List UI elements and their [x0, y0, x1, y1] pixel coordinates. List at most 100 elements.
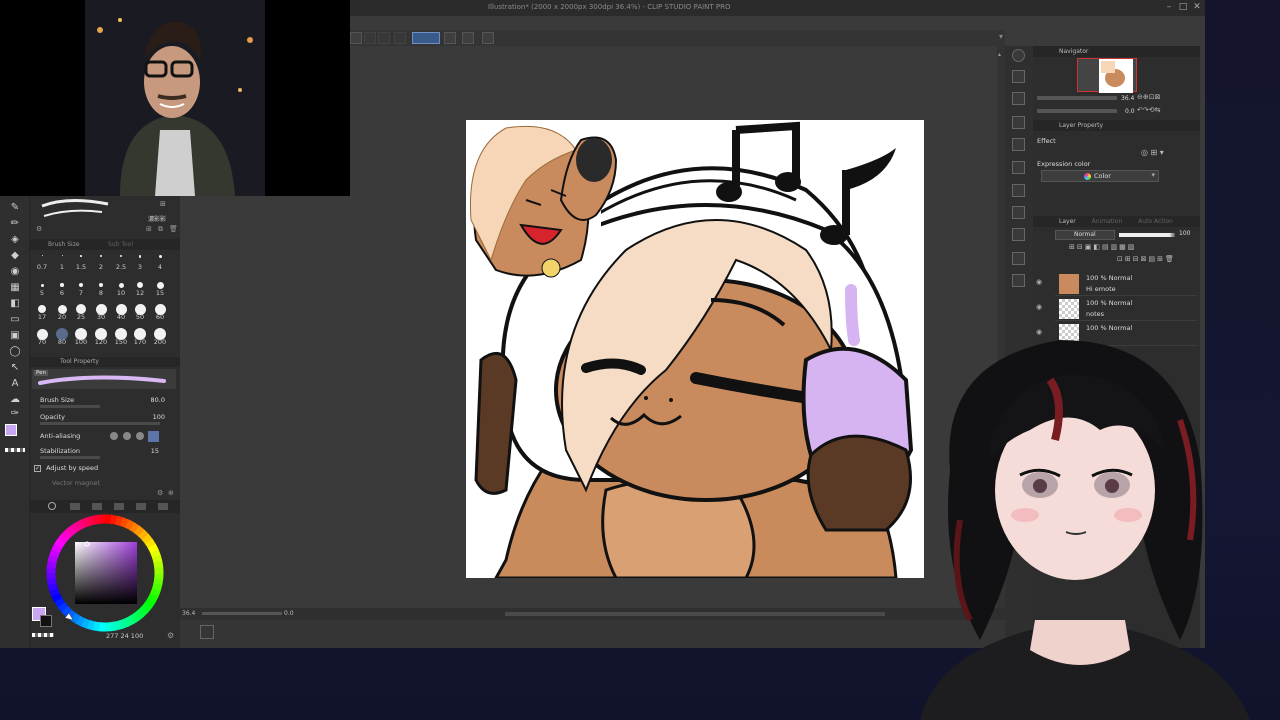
copy-icon[interactable]: ⧉ — [158, 225, 163, 234]
text-tool-icon[interactable]: A — [9, 378, 21, 390]
effect-icons[interactable]: ◎ ⊞ ▾ — [1141, 148, 1164, 157]
zoom-icon[interactable]: ⊕ — [168, 489, 174, 497]
brush-size-option[interactable]: 0.7 — [32, 252, 52, 274]
pen-tool-icon[interactable]: ✎ — [9, 202, 21, 214]
eyedropper-tool-icon[interactable]: ✑ — [9, 408, 21, 420]
settings-icon[interactable]: ⚙ — [36, 225, 42, 233]
trash-icon[interactable]: 🗑 — [169, 225, 178, 233]
color-set-tab-icon[interactable] — [92, 503, 102, 510]
command-icon[interactable] — [350, 32, 362, 44]
settings-icon[interactable] — [482, 32, 494, 44]
aa-none-option[interactable] — [110, 432, 118, 440]
navigator-preview[interactable] — [1077, 58, 1137, 93]
expression-color-select[interactable]: Color ▾ — [1041, 170, 1159, 182]
navigator-zoom-slider[interactable] — [1037, 96, 1117, 100]
brush-size-option[interactable]: 120 — [91, 325, 111, 347]
transparent-color-icon[interactable] — [32, 633, 54, 637]
search-icon[interactable] — [1012, 49, 1025, 62]
layer-row[interactable]: ◉ 100 % Normal notes — [1036, 297, 1197, 321]
close-button[interactable]: ✕ — [1192, 2, 1202, 12]
stabilization-value[interactable]: 15 — [151, 447, 159, 455]
status-zoom[interactable]: 36.4 — [182, 610, 195, 617]
layer-row[interactable]: ◉ 100 % Normal Hi emote — [1036, 272, 1197, 296]
color-wheel-tab-icon[interactable] — [48, 502, 56, 510]
brush-size-option[interactable]: 200 — [150, 325, 170, 347]
shape-tool-icon[interactable]: ▭ — [9, 314, 21, 326]
tab-layer[interactable]: Layer — [1059, 218, 1076, 225]
adjust-speed-checkbox[interactable]: ✓ — [34, 464, 41, 472]
file-icon[interactable] — [462, 32, 474, 44]
panel-menu-icon[interactable]: ⊞ — [160, 200, 166, 208]
brush-size-option[interactable]: 17 — [32, 300, 52, 322]
brush-size-option[interactable]: 1 — [52, 252, 72, 274]
layer-property-panel-icon[interactable] — [1012, 138, 1025, 151]
timeline-panel-icon[interactable] — [1012, 274, 1025, 287]
brush-size-option[interactable]: 1.5 — [71, 252, 91, 274]
status-rotation[interactable]: 0.0 — [284, 610, 294, 617]
brush-size-option[interactable]: 3 — [130, 252, 150, 274]
brush-tool-icon[interactable]: ◈ — [9, 234, 21, 246]
canvas-menu-icon[interactable] — [200, 625, 214, 639]
navigator-zoom-value[interactable]: 36.4 — [1121, 95, 1134, 102]
color-slider-tab-icon[interactable] — [70, 503, 80, 510]
auto-action-panel-icon[interactable] — [1012, 252, 1025, 265]
transparent-color-icon[interactable] — [5, 448, 25, 452]
brush-size-option[interactable]: 70 — [32, 325, 52, 347]
brush-size-slider[interactable] — [40, 405, 100, 408]
brush-size-option[interactable]: 170 — [130, 325, 150, 347]
horizontal-scrollbar[interactable] — [505, 612, 885, 616]
minimize-button[interactable]: – — [1164, 2, 1174, 12]
blend-tool-icon[interactable]: ◉ — [9, 266, 21, 278]
brush-size-option[interactable]: 25 — [71, 300, 91, 322]
adjust-by-speed-row[interactable]: ✓ Adjust by speed — [34, 464, 169, 476]
history-panel-icon[interactable] — [1012, 206, 1025, 219]
aa-weak-option[interactable] — [123, 432, 131, 440]
color-wheel[interactable] — [40, 514, 170, 636]
brush-size-option[interactable]: 10 — [111, 276, 131, 298]
maximize-button[interactable]: □ — [1178, 2, 1188, 12]
vector-magnet-row[interactable]: Vector magnet — [52, 479, 187, 491]
stabilization-slider[interactable] — [40, 456, 100, 459]
navigator-rotation-slider[interactable] — [1037, 109, 1117, 113]
fill-tool-icon[interactable]: ▦ — [9, 282, 21, 294]
tab-sub-tool[interactable]: Sub Tool — [108, 239, 133, 250]
opacity-value[interactable]: 100 — [153, 413, 165, 421]
stabilization-row[interactable]: Stabilization 15 — [40, 447, 175, 459]
antialiasing-row[interactable]: Anti-aliasing — [40, 431, 175, 444]
ellipse-tool-icon[interactable]: ◯ — [9, 346, 21, 358]
command-icon[interactable] — [378, 32, 390, 44]
wrench-icon[interactable]: ⚙ — [157, 489, 163, 497]
zoom-controls-icon[interactable]: ⊖⊕⊡⊠ — [1137, 93, 1160, 101]
balloon-tool-icon[interactable]: ☁ — [9, 394, 21, 406]
intermediate-color-tab-icon[interactable] — [114, 503, 124, 510]
brush-size-option[interactable]: 80 — [52, 325, 72, 347]
eye-icon[interactable]: ◉ — [1036, 278, 1042, 286]
brush-size-row[interactable]: Brush Size 80.0 — [40, 396, 175, 408]
eraser-tool-icon[interactable]: ◆ — [9, 250, 21, 262]
aa-medium-option[interactable] — [136, 432, 144, 440]
color-history-tab-icon[interactable] — [158, 503, 168, 510]
sub-view-panel-icon[interactable] — [1012, 92, 1025, 105]
brush-size-option[interactable]: 20 — [52, 300, 72, 322]
layer-opacity-value[interactable]: 100 — [1179, 230, 1190, 237]
brush-size-option[interactable]: 60 — [150, 300, 170, 322]
brush-size-option[interactable]: 12 — [130, 276, 150, 298]
info-panel-icon[interactable] — [1012, 116, 1025, 129]
brush-size-option[interactable]: 4 — [150, 252, 170, 274]
color-settings-icon[interactable]: ⚙ — [167, 631, 174, 640]
tab-brush-size[interactable]: Brush Size — [48, 239, 80, 250]
eye-icon[interactable]: ◉ — [1036, 303, 1042, 311]
brush-size-value[interactable]: 80.0 — [151, 396, 165, 404]
brush-size-option[interactable]: 6 — [52, 276, 72, 298]
main-color-swatch[interactable] — [5, 424, 17, 436]
brush-size-option[interactable]: 50 — [130, 300, 150, 322]
pen-icon[interactable] — [444, 32, 456, 44]
navigator-panel-icon[interactable] — [1012, 70, 1025, 83]
zoom-slider[interactable] — [202, 612, 282, 615]
similar-color-tab-icon[interactable] — [136, 503, 146, 510]
aa-strong-option[interactable] — [148, 431, 159, 442]
brush-size-option[interactable]: 8 — [91, 276, 111, 298]
brush-size-option[interactable]: 2 — [91, 252, 111, 274]
rotation-controls-icon[interactable]: ↶↷⟲⇆ — [1137, 106, 1160, 114]
frame-tool-icon[interactable]: ▣ — [9, 330, 21, 342]
